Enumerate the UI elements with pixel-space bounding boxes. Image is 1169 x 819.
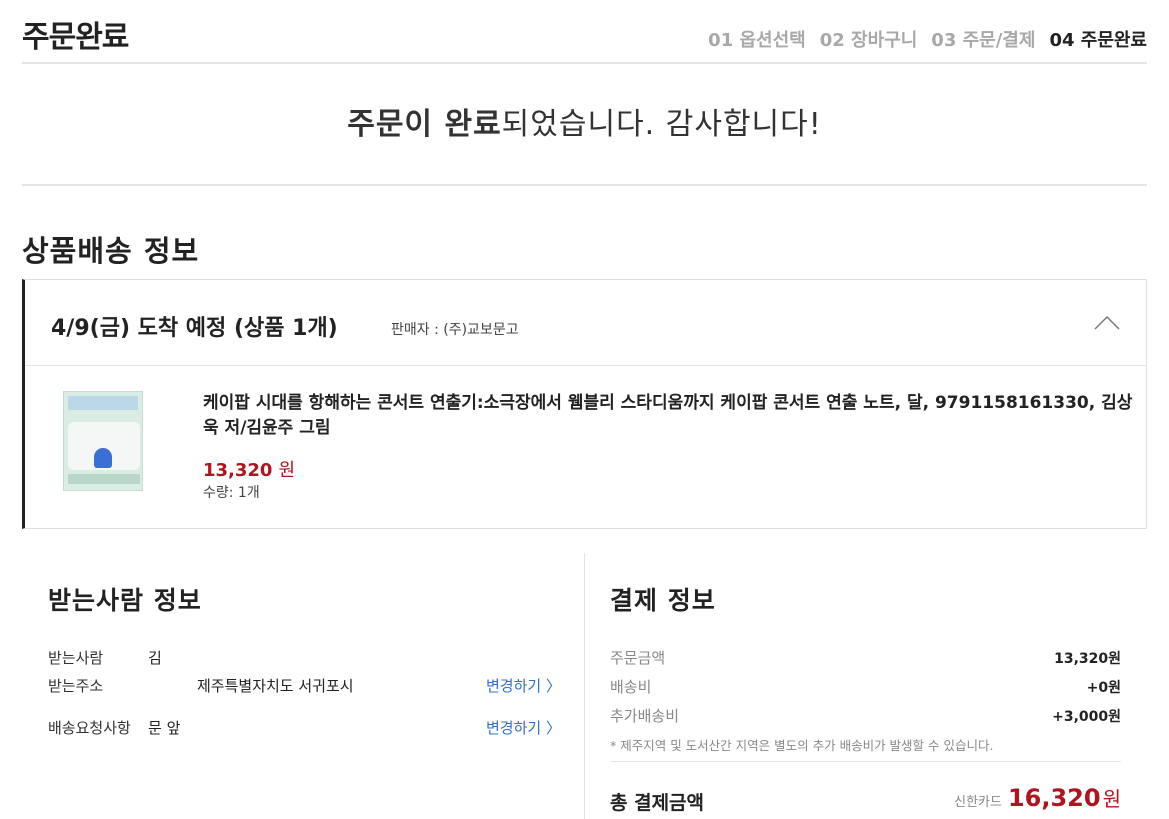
order-amount-value: 13,320원 <box>1054 651 1121 667</box>
recipient-info-panel: 받는사람 정보 받는사람 김 받는주소 제주특별자치도 서귀포시 변경하기 〉 … <box>22 553 585 819</box>
product-price: 13,320 원 <box>203 456 295 482</box>
product-price-currency: 원 <box>278 460 296 481</box>
recipient-address-value: 제주특별자치도 서귀포시 <box>197 677 354 695</box>
recipient-address-label: 받는주소 <box>48 677 104 695</box>
total-payment: 신한카드 16,320 원 <box>954 783 1121 812</box>
chevron-up-icon[interactable] <box>1094 314 1120 330</box>
panel-divider <box>584 553 585 819</box>
completion-message: 주문이 완료되었습니다. 감사합니다! <box>22 64 1147 186</box>
step-order-complete: 04 주문완료 <box>1049 30 1147 51</box>
payment-divider <box>610 761 1121 762</box>
shipping-info-box: 4/9(금) 도착 예정 (상품 1개) 판매자 : (주)교보문고 케이팝 시… <box>22 279 1147 529</box>
product-price-value: 13,320 <box>203 460 273 481</box>
change-address-link[interactable]: 변경하기 〉 <box>486 675 561 696</box>
payment-info-panel: 결제 정보 주문금액 13,320원 배송비 +0원 추가배송비 +3,000원… <box>586 553 1147 819</box>
step-cart: 02 장바구니 <box>819 30 918 51</box>
total-payment-amount: 16,320 <box>1007 784 1101 812</box>
extra-shipping-note: * 제주지역 및 도서산간 지역은 별도의 추가 배송비가 발생할 수 있습니다… <box>610 738 994 753</box>
recipient-section-title: 받는사람 정보 <box>48 586 202 615</box>
recipient-name-value: 김 <box>148 649 162 667</box>
delivery-request-label: 배송요청사항 <box>48 719 131 737</box>
total-payment-currency: 원 <box>1102 787 1121 811</box>
change-request-link[interactable]: 변경하기 〉 <box>486 717 561 738</box>
shipping-group-header[interactable]: 4/9(금) 도착 예정 (상품 1개) 판매자 : (주)교보문고 <box>25 280 1146 366</box>
extra-shipping-fee-value: +3,000원 <box>1052 709 1121 725</box>
seller-name: 판매자 : (주)교보문고 <box>391 322 519 338</box>
recipient-name-label: 받는사람 <box>48 649 104 667</box>
shipping-fee-value: +0원 <box>1086 680 1121 696</box>
completion-message-bold: 주문이 완료 <box>347 107 502 142</box>
payment-card-name: 신한카드 <box>954 795 1002 810</box>
completion-message-rest: 되었습니다. 감사합니다! <box>501 107 822 142</box>
product-title[interactable]: 케이팝 시대를 항해하는 콘서트 연출기:소극장에서 웸블리 스타디움까지 케이… <box>203 391 1148 441</box>
product-quantity: 수량: 1개 <box>203 485 260 501</box>
arrival-estimate: 4/9(금) 도착 예정 (상품 1개) <box>51 316 338 341</box>
order-amount-label: 주문금액 <box>610 649 666 667</box>
shipping-fee-label: 배송비 <box>610 678 652 696</box>
payment-section-title: 결제 정보 <box>610 586 716 615</box>
page-title: 주문완료 <box>22 20 129 55</box>
book-cover-image[interactable] <box>63 391 143 491</box>
order-steps: 01 옵션선택 02 장바구니 03 주문/결제 04 주문완료 <box>708 26 1147 52</box>
total-payment-label: 총 결제금액 <box>610 792 705 814</box>
shipping-section-title: 상품배송 정보 <box>22 234 200 268</box>
page-header: 주문완료 01 옵션선택 02 장바구니 03 주문/결제 04 주문완료 <box>22 0 1147 64</box>
delivery-request-value: 문 앞 <box>148 719 181 737</box>
step-option-select: 01 옵션선택 <box>708 30 806 51</box>
extra-shipping-fee-label: 추가배송비 <box>610 707 680 725</box>
step-order-payment: 03 주문/결제 <box>931 30 1036 51</box>
